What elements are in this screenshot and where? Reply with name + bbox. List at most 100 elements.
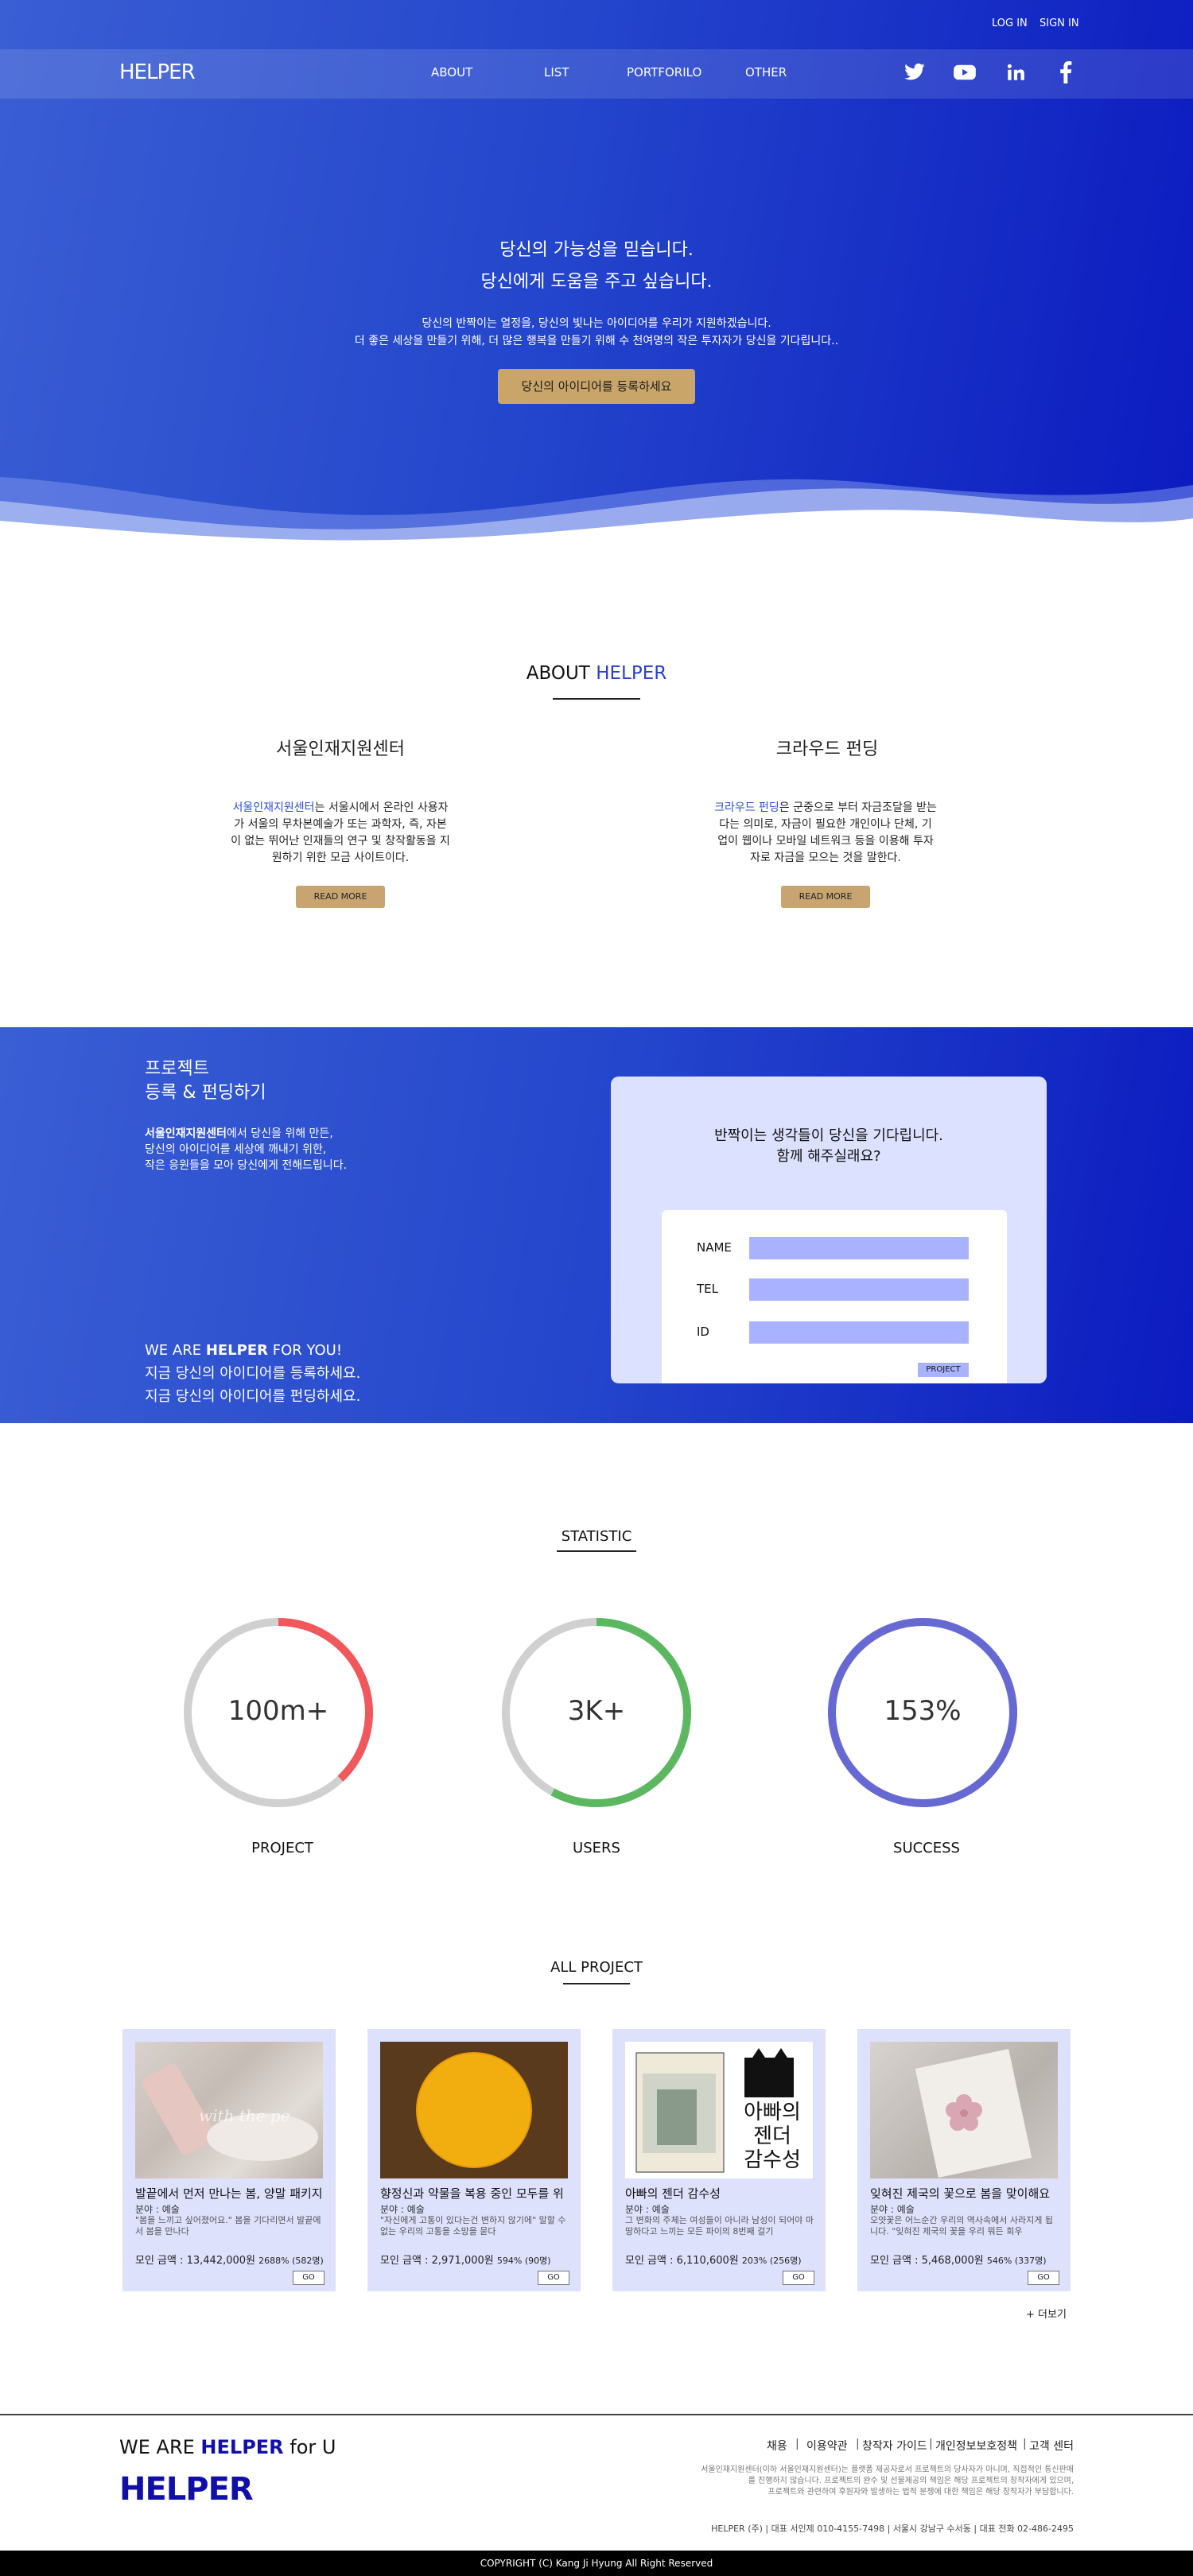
nav-other[interactable]: OTHER <box>745 65 787 80</box>
card-title-2: 함께 해주실래요? <box>776 1148 881 1165</box>
project-amount: 모인 금액 : 13,442,000원 2688% (582명) <box>135 2252 324 2267</box>
main-nav: HELPER ABOUT LIST PORTFORILO OTHER <box>0 49 1193 99</box>
project-submit-button[interactable]: PROJECT <box>918 1363 969 1377</box>
about-text-crowd: 크라우드 펀딩은 군중으로 부터 자금조달을 받는다는 의미로, 자금이 필요한… <box>714 800 937 867</box>
footer-disclaimer-3: 프로젝트와 관련하여 후원자와 발생하는 법적 분쟁에 대한 책임은 해당 창작… <box>767 2488 1074 2496</box>
footer-sep: | <box>856 2438 860 2450</box>
project-desc-3: 작은 응원들을 모아 당신에게 전해드립니다. <box>145 1159 348 1172</box>
twitter-icon[interactable] <box>903 61 926 87</box>
tel-field[interactable] <box>749 1278 969 1301</box>
more-link[interactable]: + 더보기 <box>1026 2306 1067 2321</box>
book-cover-text: 아빠의 젠더 감수성 <box>736 2101 808 2172</box>
project-image-book: 아빠의 젠더 감수성 <box>625 2042 813 2178</box>
about-title-underline <box>553 698 640 700</box>
project-desc-bold: 서울인재지원센터 <box>145 1127 227 1140</box>
linkedin-icon[interactable] <box>1005 61 1026 87</box>
tel-label: TEL <box>697 1282 718 1296</box>
read-more-button-seoul[interactable]: READ MORE <box>296 886 385 908</box>
stat-value-success: 153% <box>884 1695 962 1727</box>
hero-wave <box>0 477 1193 557</box>
project-category: 분야 : 예술 <box>135 2204 180 2215</box>
svg-text:with the pe: with the pe <box>199 2106 290 2125</box>
project-category: 분야 : 예술 <box>380 2204 425 2215</box>
footer-copyright: COPYRIGHT (C) Kang Ji Hyung All Right Re… <box>0 2551 1193 2576</box>
footer-divider <box>0 2414 1193 2415</box>
go-button[interactable]: GO <box>293 2271 324 2285</box>
go-button[interactable]: GO <box>783 2271 814 2285</box>
footer-slogan: WE ARE HELPER for U <box>119 2436 336 2458</box>
about-text-crowd-hl: 크라우드 펀딩 <box>714 801 779 814</box>
footer-sep: | <box>1023 2438 1027 2450</box>
project-title-1: 프로젝트 <box>145 1059 209 1079</box>
go-button[interactable]: GO <box>538 2271 569 2285</box>
footer-link-privacy[interactable]: 개인정보보호정책 <box>935 2438 1017 2454</box>
id-field[interactable] <box>749 1321 969 1344</box>
footer-disclaimer-1: 서울인재지원센터(이하 서울인재지원센터)는 플랫폼 제공자로서 프로젝트의 당… <box>701 2465 1074 2474</box>
project-desc-2: 당신의 아이디어를 세상에 깨내기 위한, <box>145 1143 327 1156</box>
project-title: 아빠의 젠더 감수성 <box>625 2186 721 2201</box>
footer-link-guide[interactable]: 창작자 가이드 <box>862 2438 927 2454</box>
project-card[interactable]: 잊혀진 제국의 꽃으로 봄을 맞이해요 분야 : 예술 오얏꽃은 어느순간 우리… <box>857 2029 1071 2291</box>
nav-list[interactable]: LIST <box>544 65 569 80</box>
register-idea-button[interactable]: 당신의 아이디어를 등록하세요 <box>498 369 695 404</box>
project-desc: 오얏꽃은 어느순간 우리의 역사속에서 사라지게 됩니다. "잊혀진 제국의 꽃… <box>870 2215 1054 2237</box>
about-text-seoul-hl: 서울인재지원센터 <box>232 801 315 814</box>
nav-about[interactable]: ABOUT <box>431 65 472 80</box>
statistic-title-underline <box>557 1550 636 1552</box>
hero-desc-2: 더 좋은 세상을 만들기 위해, 더 많은 행복을 만들기 위해 수 천여명의 … <box>354 335 839 347</box>
project-form: NAME TEL ID <box>662 1210 1007 1383</box>
project-title: 발끝에서 먼저 만나는 봄, 양말 패키지 <box>135 2186 323 2201</box>
project-category: 분야 : 예술 <box>625 2204 670 2215</box>
book-cover-line: 젠더 <box>753 2124 791 2148</box>
login-link[interactable]: LOG IN <box>992 17 1028 29</box>
name-label: NAME <box>697 1240 732 1255</box>
project-image-socks: with the pe <box>135 2042 323 2178</box>
project-image-flower <box>870 2042 1058 2178</box>
about-title-highlight: HELPER <box>596 663 667 684</box>
project-amount: 모인 금액 : 6,110,600원 203% (256명) <box>625 2252 802 2267</box>
footer-link-jobs[interactable]: 채용 <box>767 2438 787 2454</box>
footer-link-support[interactable]: 고객 센터 <box>1029 2438 1074 2454</box>
footer-slogan-pre: WE ARE <box>119 2436 201 2458</box>
nav-portfolio[interactable]: PORTFORILO <box>627 65 701 80</box>
project-slogan-bold: HELPER <box>205 1342 268 1359</box>
hero-desc-1: 당신의 반짝이는 열정을, 당신의 빛나는 아이디어를 우리가 지원하겠습니다. <box>422 317 771 330</box>
project-card[interactable]: 아빠의 젠더 감수성 아빠의 젠더 감수성 분야 : 예술 그 변화의 주체는 … <box>612 2029 826 2291</box>
stat-label-success: SUCCESS <box>893 1840 960 1856</box>
logo[interactable]: HELPER <box>119 60 196 84</box>
footer-disclaimer-2: 를 진행하지 않습니다. 프로젝트의 완수 및 선물제공의 책임은 해당 프로젝… <box>748 2477 1074 2485</box>
all-project-title: ALL PROJECT <box>550 1959 643 1976</box>
project-title-2: 등록 & 펀딩하기 <box>145 1083 266 1103</box>
project-amount: 모인 금액 : 5,468,000원 546% (337명) <box>870 2252 1047 2267</box>
stat-label-project: PROJECT <box>251 1840 313 1856</box>
project-image-sun <box>380 2042 568 2178</box>
about-text-seoul: 서울인재지원센터는 서울시에서 온라인 사용자가 서울의 무차본예술가 또는 과… <box>229 800 452 867</box>
project-title: 향정신과 약물을 복용 중인 모두를 위 <box>380 2186 564 2201</box>
footer-disclaimer: 서울인재지원센터(이하 서울인재지원센터)는 플랫폼 제공자로서 프로젝트의 당… <box>557 2465 1074 2498</box>
project-category: 분야 : 예술 <box>870 2204 915 2215</box>
project-amount: 모인 금액 : 2,971,000원 594% (90명) <box>380 2252 551 2267</box>
name-field[interactable] <box>749 1237 969 1259</box>
book-cover-line: 아빠의 <box>744 2101 801 2124</box>
project-card[interactable]: 향정신과 약물을 복용 중인 모두를 위 분야 : 예술 "자신에게 고통이 있… <box>367 2029 581 2291</box>
go-button[interactable]: GO <box>1028 2271 1059 2285</box>
footer-link-terms[interactable]: 이용약관 <box>806 2438 848 2454</box>
project-card[interactable]: with the pe 발끝에서 먼저 만나는 봄, 양말 패키지 분야 : 예… <box>122 2029 336 2291</box>
facebook-icon[interactable] <box>1058 61 1074 87</box>
project-amount-value: 모인 금액 : 2,971,000원 <box>380 2255 494 2267</box>
about-heading-seoul: 서울인재지원센터 <box>276 739 405 759</box>
project-slogan-pre: WE ARE <box>145 1342 206 1359</box>
project-amount-value: 모인 금액 : 13,442,000원 <box>135 2255 256 2267</box>
hero-headline-1: 당신의 가능성을 믿습니다. <box>499 240 694 260</box>
project-desc: "자신에게 고통이 있다는건 변하지 않기에" 말할 수 없는 우리의 고통을 … <box>380 2215 566 2237</box>
project-amount-value: 모인 금액 : 5,468,000원 <box>870 2255 984 2267</box>
read-more-button-crowd[interactable]: READ MORE <box>781 886 870 908</box>
footer-logo[interactable]: HELPER <box>119 2471 254 2508</box>
hero-headline-2: 당신에게 도움을 주고 싶습니다. <box>480 272 713 292</box>
project-stats: 546% (337명) <box>986 2256 1047 2266</box>
youtube-icon[interactable] <box>953 61 977 87</box>
all-project-underline <box>563 1983 630 1984</box>
about-title: ABOUT HELPER <box>0 663 1193 684</box>
signin-link[interactable]: SIGN IN <box>1040 17 1079 29</box>
top-bar: LOG IN SIGN IN <box>0 0 1193 49</box>
